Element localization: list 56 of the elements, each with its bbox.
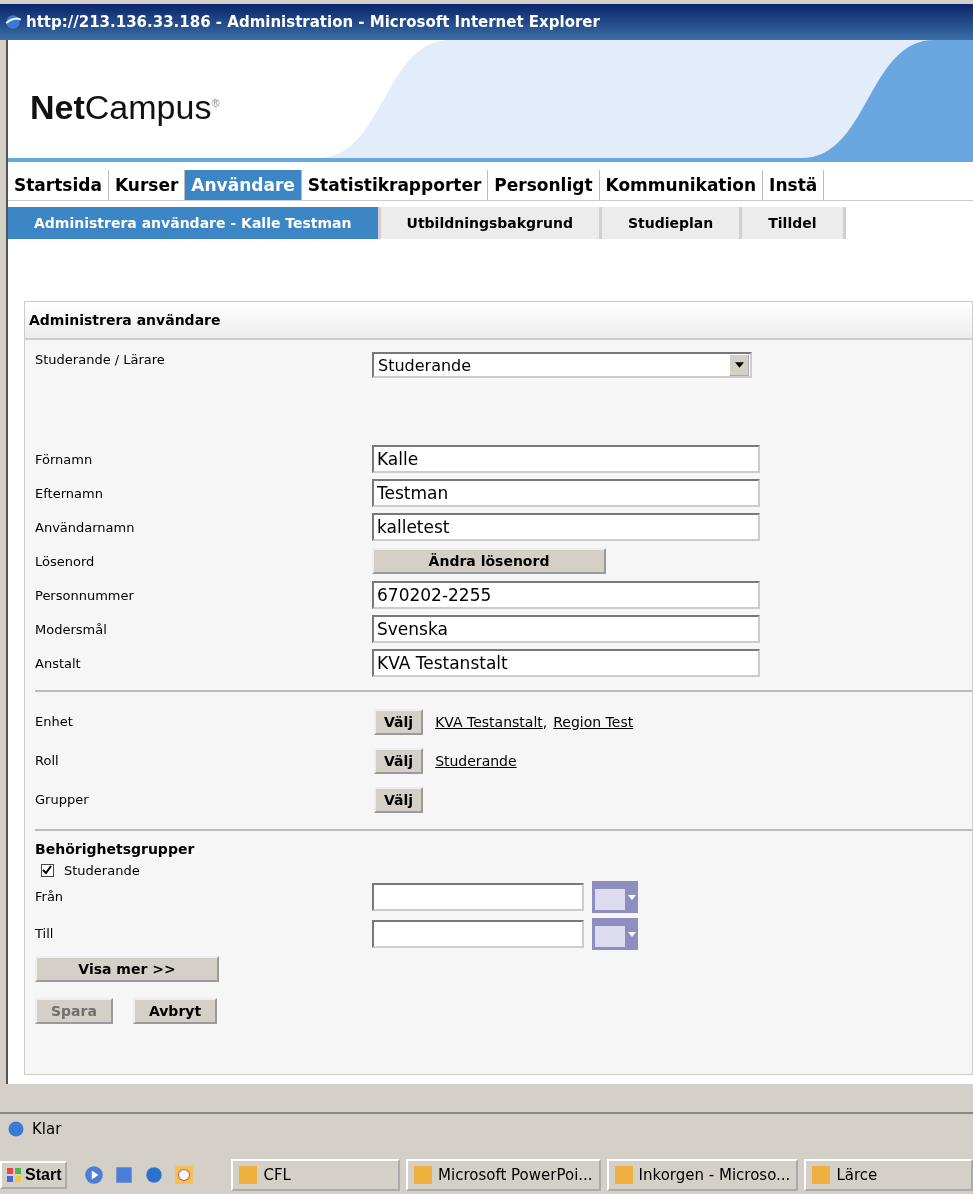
show-more-button[interactable]: Visa mer >> [35,956,219,982]
input-field[interactable]: Svenska [372,615,760,643]
checkbox[interactable] [41,864,54,877]
link[interactable]: Studerande [435,752,517,769]
sub-tab[interactable]: Studieplan [601,207,743,239]
input-field[interactable]: Testman [372,479,760,507]
windows-flag-icon [6,1167,22,1183]
field-label: Enhet [35,714,74,729]
start-button[interactable]: Start [0,1161,68,1189]
taskbar-button[interactable]: Lärce [804,1159,973,1191]
field-label: Förnamn [35,451,94,467]
field-label: Efternamn [35,485,104,501]
sub-tab[interactable]: Tilldel [742,207,846,239]
field-label: Lösenord [35,553,96,569]
date-field[interactable] [372,882,584,911]
field-label: Studerande / Lärare [35,352,166,367]
logo: NetCampus$^{®}$ [30,88,220,127]
dropdown[interactable]: Studerande [372,352,752,378]
choose-button[interactable]: Välj [374,786,424,813]
media-player-icon[interactable] [83,1164,106,1186]
taskbar-button[interactable]: Microsoft PowerPoi... [406,1159,601,1191]
window-title: http://213.136.33.186 - Administration - Microsoft Internet Explorer [26,13,600,31]
taskbar-button[interactable]: Inkorgen - Microso... [606,1159,799,1191]
caret-icon [734,362,744,368]
page-icon [6,1119,26,1139]
link[interactable]: Region Test [553,713,634,730]
action-button[interactable]: Avbryt [132,998,218,1024]
field-label: Roll [35,753,60,768]
choose-button[interactable]: Välj [374,708,424,735]
nav-tab[interactable]: Användare [185,170,302,200]
field-label: Till [35,926,55,941]
checkbox-label: Studerande [64,863,140,878]
field-label: Användarnamn [35,519,136,535]
status-text: Klar [32,1120,62,1138]
field-label: Anstalt [35,655,82,671]
calendar-icon[interactable] [592,917,638,950]
link[interactable]: KVA Testanstalt [435,713,543,730]
change-password-button[interactable]: Ändra lösenord [372,548,606,574]
date-field[interactable] [372,919,584,948]
input-field[interactable]: 670202-2255 [372,581,760,609]
field-label: Personnummer [35,587,135,603]
input-field[interactable]: KVA Testanstalt [372,649,760,677]
panel-title: Administrera användare [25,302,972,340]
sub-tab[interactable]: Utbildningsbakgrund [380,207,602,239]
clock-icon[interactable] [173,1164,196,1186]
sub-tab[interactable]: Administrera användare - Kalle Testman [8,207,381,239]
taskbar-button[interactable]: CFL [231,1159,401,1191]
calendar-icon[interactable] [592,880,638,913]
field-label: Från [35,889,65,904]
section-title: Behörighetsgrupper [35,841,196,857]
field-label: Grupper [35,792,90,807]
separator: , [542,713,548,730]
field-label: Modersmål [35,621,108,637]
input-field[interactable]: kalletest [372,513,760,541]
choose-button[interactable]: Välj [374,747,424,774]
input-field[interactable]: Kalle [372,445,760,473]
